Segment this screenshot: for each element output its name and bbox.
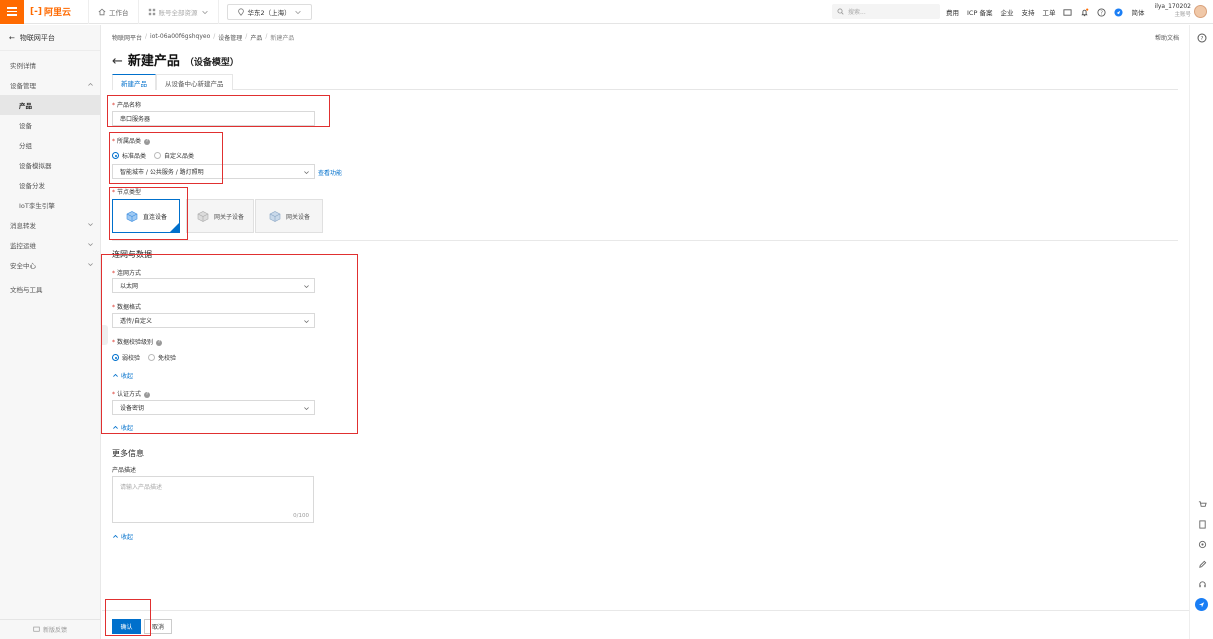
- breadcrumb-item[interactable]: 物联网平台: [112, 33, 142, 42]
- sidebar-item-device[interactable]: 设备: [0, 115, 100, 135]
- sidebar-item-product[interactable]: 产品: [0, 95, 100, 115]
- cart-icon[interactable]: [1197, 499, 1207, 509]
- assistant-icon[interactable]: [1114, 7, 1124, 17]
- help-icon[interactable]: ?: [1097, 7, 1107, 17]
- collapse-link[interactable]: 收起: [112, 532, 133, 541]
- feedback-icon: [33, 626, 40, 632]
- arrow-left-icon: ←: [9, 33, 15, 42]
- help-circle-icon[interactable]: ?: [1197, 33, 1207, 43]
- node-type-gateway-device[interactable]: 网关设备: [255, 199, 323, 233]
- sidebar: ← 物联网平台 实例详情 设备管理 产品 设备 分组 设备模拟器 设备分发 Io…: [0, 25, 101, 639]
- aliyun-logo[interactable]: [-] 阿里云: [30, 5, 88, 19]
- form-footer: 确认 取消: [102, 610, 1189, 639]
- breadcrumb-current: 新建产品: [270, 35, 295, 42]
- highlight-box: [107, 95, 330, 127]
- chevron-down-icon: [201, 10, 208, 14]
- description-label: 产品描述: [112, 467, 137, 474]
- sidebar-item-instance-detail[interactable]: 实例详情: [0, 55, 100, 75]
- sidebar-item-docs-tools[interactable]: 文档与工具: [0, 279, 100, 299]
- sidebar-back-title[interactable]: ← 物联网平台: [0, 25, 100, 51]
- message-icon[interactable]: [1063, 8, 1073, 17]
- right-tool-rail: ?: [1189, 25, 1213, 639]
- more-info-section-title: 更多信息: [112, 449, 144, 458]
- chevron-up-icon: [113, 534, 118, 538]
- home-icon: [98, 8, 106, 15]
- node-type-gateway-subdevice[interactable]: 网关子设备: [186, 199, 254, 233]
- search-icon: [837, 8, 844, 15]
- hamburger-menu-icon[interactable]: [0, 0, 24, 24]
- chevron-down-icon: [88, 243, 93, 247]
- breadcrumb-item[interactable]: iot-06a00f6gshqyeo: [150, 33, 210, 42]
- sidebar-item-device-distribution[interactable]: 设备分发: [0, 175, 100, 195]
- sidebar-item-message-forwarding[interactable]: 消息转发: [0, 215, 100, 235]
- ai-assistant-icon[interactable]: [1195, 598, 1208, 611]
- view-function-link[interactable]: 查看功能: [318, 168, 342, 177]
- cube-icon: [269, 211, 281, 222]
- tab-bar: 新建产品 从设备中心新建产品: [112, 74, 1178, 90]
- char-counter: 0/100: [293, 513, 309, 519]
- tab-from-device-center[interactable]: 从设备中心新建产品: [156, 74, 233, 90]
- edit-icon[interactable]: [1197, 559, 1207, 569]
- resource-group-selector[interactable]: 账号全部资源: [139, 0, 219, 24]
- sidebar-item-iot-twin[interactable]: IoT孪生引擎: [0, 195, 100, 215]
- language-switch[interactable]: 简体: [1131, 7, 1144, 17]
- top-link-support[interactable]: 支持: [1021, 7, 1034, 17]
- sidebar-item-group[interactable]: 分组: [0, 135, 100, 155]
- tab-new-product[interactable]: 新建产品: [112, 74, 156, 90]
- svg-text:?: ?: [1101, 10, 1104, 16]
- gear-icon[interactable]: [1197, 539, 1207, 549]
- cube-icon: [197, 211, 209, 222]
- top-link-enterprise[interactable]: 企业: [1000, 7, 1013, 17]
- region-selector[interactable]: 华东2（上海）: [226, 3, 312, 20]
- highlight-box: [109, 132, 223, 184]
- grid-icon: [148, 8, 155, 15]
- breadcrumb-item[interactable]: 设备管理: [218, 33, 242, 42]
- chevron-down-icon: [88, 223, 93, 227]
- back-arrow-icon[interactable]: ←: [112, 54, 123, 69]
- location-pin-icon: [237, 7, 244, 16]
- workbench-link[interactable]: 工作台: [89, 0, 139, 24]
- top-link-billing[interactable]: 费用: [946, 7, 959, 17]
- highlight-box: [109, 187, 188, 240]
- chevron-down-icon: [294, 10, 301, 14]
- sidebar-item-monitoring[interactable]: 监控运维: [0, 235, 100, 255]
- chevron-down-icon: [304, 171, 309, 175]
- avatar[interactable]: [1194, 5, 1207, 18]
- section-divider: [112, 240, 1178, 241]
- top-link-icp[interactable]: ICP 备案: [967, 7, 992, 17]
- sidebar-item-device-simulator[interactable]: 设备模拟器: [0, 155, 100, 175]
- top-link-ticket[interactable]: 工单: [1042, 7, 1055, 17]
- highlight-box: [105, 599, 151, 636]
- top-bar: [-] 阿里云 工作台 账号全部资源 华东2（上海） 搜索... 费用 ICP 备…: [0, 0, 1213, 24]
- bell-icon[interactable]: [1080, 8, 1089, 17]
- feedback-button[interactable]: 新版反馈: [0, 619, 100, 639]
- highlight-box: [101, 254, 358, 434]
- breadcrumb: 物联网平台 / iot-06a00f6gshqyeo / 设备管理 / 产品 / 新建产…: [112, 33, 295, 42]
- user-account-menu[interactable]: ilya_170202 主账号: [1155, 3, 1191, 19]
- chevron-up-icon: [88, 82, 93, 86]
- help-doc-link[interactable]: 帮助文档: [1155, 33, 1179, 42]
- chevron-down-icon: [88, 263, 93, 267]
- sidebar-item-device-management[interactable]: 设备管理: [0, 75, 100, 95]
- svg-text:?: ?: [1201, 36, 1204, 42]
- page-title: ← 新建产品 （设备模型）: [112, 54, 239, 69]
- sidebar-item-security-center[interactable]: 安全中心: [0, 255, 100, 275]
- global-search-input[interactable]: 搜索...: [832, 4, 940, 19]
- headset-icon[interactable]: [1197, 579, 1207, 589]
- description-textarea[interactable]: 请输入产品描述 0/100: [112, 476, 314, 523]
- document-icon[interactable]: [1197, 519, 1207, 529]
- breadcrumb-item[interactable]: 产品: [250, 33, 262, 42]
